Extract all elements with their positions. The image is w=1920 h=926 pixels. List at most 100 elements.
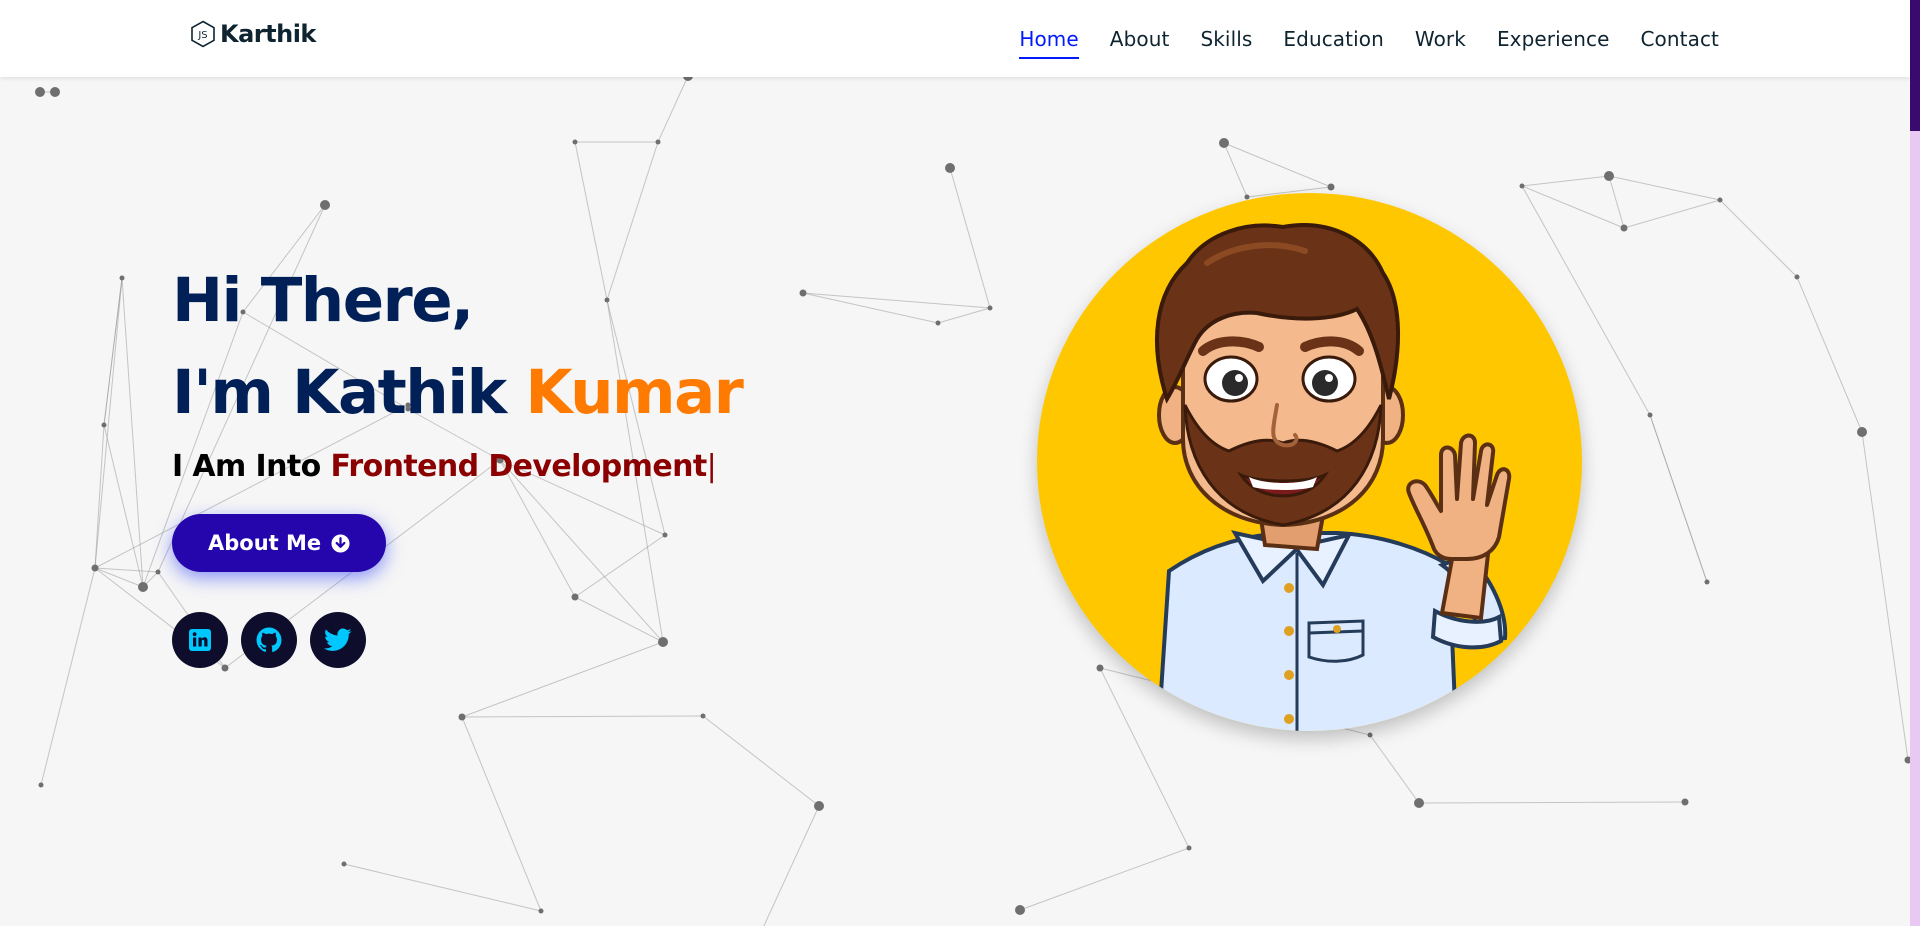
particle-dot xyxy=(1015,905,1025,915)
site-header: JS Karthik Home About Skills Education W… xyxy=(0,0,1910,77)
particle-dot xyxy=(1717,197,1723,203)
particle-dot xyxy=(1186,845,1192,851)
particle-link xyxy=(1623,199,1721,229)
particle-link xyxy=(461,715,704,718)
particle-dot xyxy=(1367,732,1373,738)
particle-dot xyxy=(538,908,544,914)
particle-link xyxy=(103,277,123,426)
particle-link xyxy=(121,277,144,588)
typed-line: I Am Into Frontend Development| xyxy=(172,449,742,484)
particle-dot xyxy=(1519,183,1525,189)
nav-education[interactable]: Education xyxy=(1283,21,1383,57)
js-hexagon-icon: JS xyxy=(191,20,215,48)
brand-logo[interactable]: JS Karthik xyxy=(190,20,316,48)
github-button[interactable] xyxy=(241,612,297,668)
particle-dot xyxy=(35,87,45,97)
particle-link xyxy=(802,292,991,309)
linkedin-icon xyxy=(189,629,211,651)
particle-link xyxy=(1521,185,1625,229)
particle-dot xyxy=(1647,412,1653,418)
particle-dot xyxy=(341,861,347,867)
particle-link xyxy=(702,715,820,807)
particle-link xyxy=(1418,801,1686,804)
particle-dot xyxy=(700,713,706,719)
hero-content: Hi There, I'm Kathik Kumar I Am Into Fro… xyxy=(172,255,744,668)
particle-dot xyxy=(1794,274,1800,280)
scrollbar-thumb[interactable] xyxy=(1910,0,1920,131)
particle-link xyxy=(94,277,123,569)
linkedin-button[interactable] xyxy=(172,612,228,668)
particle-dot xyxy=(458,713,466,721)
arrow-circle-down-icon xyxy=(331,533,350,553)
greeting-line2-prefix: I'm Kathik xyxy=(172,357,526,428)
particle-dot xyxy=(1681,798,1689,806)
particle-link xyxy=(94,424,105,569)
nav-work[interactable]: Work xyxy=(1415,21,1466,57)
particle-dot xyxy=(987,305,993,311)
particle-link xyxy=(949,167,991,309)
particle-dot xyxy=(155,569,161,575)
page-scrollbar[interactable] xyxy=(1910,0,1920,926)
particle-dot xyxy=(101,422,107,428)
social-links xyxy=(172,612,742,668)
typed-text: Frontend Development xyxy=(330,449,707,484)
brand-name: Karthik xyxy=(220,20,316,48)
waving-bitmoji-avatar xyxy=(1154,223,1512,731)
avatar xyxy=(1037,193,1582,731)
particle-link xyxy=(343,863,542,912)
particle-link xyxy=(1649,414,1708,583)
particle-link xyxy=(937,307,991,324)
twitter-icon xyxy=(324,628,352,651)
particle-dot xyxy=(91,564,99,572)
nav-home[interactable]: Home xyxy=(1019,21,1080,59)
particle-dot xyxy=(50,87,60,97)
particle-dot xyxy=(320,200,330,210)
particle-link xyxy=(1861,431,1909,761)
particle-dot xyxy=(935,320,941,326)
particle-dot xyxy=(814,801,824,811)
particle-link xyxy=(461,716,542,912)
typed-prefix: I Am Into xyxy=(172,449,331,484)
particle-link xyxy=(802,292,939,324)
particle-dot xyxy=(1219,138,1229,148)
particle-dot xyxy=(655,139,661,145)
particle-dot xyxy=(1096,664,1104,672)
particle-link xyxy=(1369,734,1420,804)
nav-about[interactable]: About xyxy=(1110,21,1170,57)
typing-cursor: | xyxy=(706,449,717,484)
nav-skills[interactable]: Skills xyxy=(1200,21,1252,57)
particle-dot xyxy=(1414,798,1424,808)
about-me-label: About Me xyxy=(208,531,322,555)
nav-experience[interactable]: Experience xyxy=(1497,21,1610,57)
particle-dot xyxy=(799,289,807,297)
particle-link xyxy=(1719,199,1798,278)
particle-dot xyxy=(945,163,955,173)
particle-link xyxy=(1608,175,1721,201)
particle-dot xyxy=(1857,427,1867,437)
nav-contact[interactable]: Contact xyxy=(1640,21,1719,57)
particle-link xyxy=(763,805,820,926)
greeting-accent-name: Kumar xyxy=(525,357,743,428)
particle-dot xyxy=(38,782,44,788)
github-icon xyxy=(256,627,282,652)
twitter-button[interactable] xyxy=(310,612,366,668)
svg-text:JS: JS xyxy=(197,30,207,41)
particle-dot xyxy=(572,139,578,145)
particle-link xyxy=(40,567,96,786)
particle-link xyxy=(1796,276,1863,433)
main-nav: Home About Skills Education Work Experie… xyxy=(1019,0,1719,77)
particle-link xyxy=(657,75,689,143)
page: JS Karthik Home About Skills Education W… xyxy=(0,0,1920,926)
hero-heading: Hi There, I'm Kathik Kumar xyxy=(172,255,744,439)
particle-dot xyxy=(1327,183,1335,191)
particle-dot xyxy=(138,582,148,592)
particle-link xyxy=(1019,847,1190,911)
greeting-line1: Hi There, xyxy=(172,265,474,336)
particle-link xyxy=(1521,175,1610,187)
particle-dot xyxy=(1620,224,1628,232)
particle-dot xyxy=(1704,579,1710,585)
about-me-button[interactable]: About Me xyxy=(172,514,387,572)
particle-link xyxy=(1608,175,1625,229)
particle-dot xyxy=(119,275,125,281)
particle-dot xyxy=(1604,171,1614,181)
